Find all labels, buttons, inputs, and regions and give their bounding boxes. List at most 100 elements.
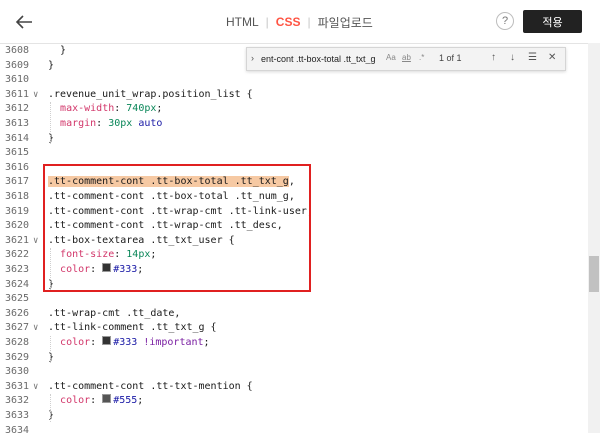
line-number: 3629 — [5, 351, 30, 363]
line-number: 3610 — [5, 74, 30, 86]
match-whole-word-toggle[interactable]: ab — [402, 53, 411, 62]
code-line[interactable]: 3616 — [0, 161, 588, 175]
code-text: .tt-comment-cont .tt-txt-mention { — [48, 380, 253, 392]
code-text: font-size: 14px; — [60, 249, 157, 261]
toggle-replace-chevron-icon[interactable]: › — [251, 53, 254, 63]
code-line[interactable]: 3612 max-width: 740px; — [0, 102, 588, 116]
tab-file-upload[interactable]: 파일업로드 — [318, 14, 373, 31]
code-line[interactable]: 3629} — [0, 351, 588, 365]
code-line[interactable]: 3611 ∨ .revenue_unit_wrap.position_list { — [0, 88, 588, 102]
line-number: 3633 — [5, 410, 30, 421]
code-text: .tt-wrap-cmt .tt_date, — [48, 307, 181, 319]
code-line[interactable]: 3614} — [0, 132, 588, 146]
line-number: 3608 — [5, 45, 30, 56]
match-case-toggle[interactable]: Aa — [386, 53, 396, 62]
line-number: 3616 — [5, 161, 30, 173]
code-line[interactable]: 3627 ∨ .tt-link-comment .tt_txt_g { — [0, 321, 588, 335]
indent-guide — [50, 102, 51, 145]
code-text: color: #333; — [60, 263, 144, 275]
line-number: 3618 — [5, 191, 30, 202]
code-line[interactable]: 3613 margin: 30px auto — [0, 117, 588, 131]
code-line[interactable]: 3631 ∨ .tt-comment-cont .tt-txt-mention { — [0, 380, 588, 394]
code-text: .tt-link-comment .tt_txt_g { — [48, 322, 217, 334]
next-match-arrow-icon[interactable]: ↓ — [510, 52, 515, 63]
back-arrow-icon[interactable] — [12, 11, 36, 33]
code-line[interactable]: 3618 .tt-comment-cont .tt-box-total .tt_n… — [0, 190, 588, 204]
line-number: 3621 — [5, 234, 30, 246]
line-number: 3615 — [5, 147, 30, 159]
line-number: 3630 — [5, 366, 30, 378]
code-line[interactable]: 3625 — [0, 292, 588, 306]
color-swatch-icon[interactable] — [102, 336, 112, 345]
code-text: .tt-comment-cont .tt-wrap-cmt .tt_desc, — [48, 220, 283, 232]
color-swatch-icon[interactable] — [102, 263, 112, 272]
editor-header: HTML | CSS | 파일업로드 ? 적용 — [0, 0, 600, 44]
tab-separator: | — [307, 15, 311, 29]
line-number: 3614 — [5, 132, 30, 144]
code-text: .tt-box-textarea .tt_txt_user { — [48, 234, 235, 246]
code-line[interactable]: 3624} — [0, 278, 588, 292]
find-widget: › Aa ab .* 1 of 1 ↑ ↓ ☰ ✕ — [246, 47, 566, 71]
code-line[interactable]: 3623 color: #333; — [0, 263, 588, 277]
line-number: 3634 — [5, 424, 30, 433]
code-line[interactable]: 3622 font-size: 14px; — [0, 248, 588, 262]
code-line[interactable]: 3619 .tt-comment-cont .tt-wrap-cmt .tt-li… — [0, 205, 588, 219]
code-text: margin: 30px auto — [60, 118, 163, 129]
code-line[interactable]: 3610 — [0, 73, 588, 87]
code-text: color: #555; — [60, 394, 144, 407]
color-swatch-icon[interactable] — [102, 394, 112, 404]
code-text: .revenue_unit_wrap.position_list { — [48, 88, 253, 100]
code-line[interactable]: 3634 — [0, 424, 588, 433]
code-line[interactable]: 3626 .tt-wrap-cmt .tt_date, — [0, 307, 588, 321]
match-count: 1 of 1 — [439, 53, 462, 63]
code-text: .tt-comment-cont .tt-wrap-cmt .tt-link-u… — [48, 205, 313, 217]
line-number: 3625 — [5, 293, 30, 305]
scrollbar-thumb[interactable] — [589, 256, 599, 292]
fold-chevron-icon[interactable]: ∨ — [33, 321, 38, 335]
code-line[interactable]: 3628 color: #333 !important; — [0, 336, 588, 350]
line-number: 3631 — [5, 380, 30, 392]
code-line[interactable]: 3615 — [0, 146, 588, 160]
line-number: 3627 — [5, 322, 30, 334]
code-editor[interactable]: 3608 } 3609} 3610 3611 ∨ .revenue_unit_wrap.p… — [0, 43, 588, 433]
code-text: .tt-comment-cont .tt-box-total .tt_txt_g… — [48, 176, 295, 188]
line-number: 3612 — [5, 103, 30, 115]
code-line[interactable]: 3617 .tt-comment-cont .tt-box-total .tt_t… — [0, 175, 588, 189]
code-line[interactable]: 3620 .tt-comment-cont .tt-wrap-cmt .tt_de… — [0, 219, 588, 233]
close-find-icon[interactable]: ✕ — [548, 52, 556, 63]
code-text: color: #333 !important; — [60, 336, 210, 348]
vertical-scrollbar[interactable] — [588, 43, 600, 433]
code-text: } — [48, 410, 55, 421]
indent-guide — [50, 336, 51, 364]
line-number: 3619 — [5, 205, 30, 217]
fold-chevron-icon[interactable]: ∨ — [33, 88, 38, 102]
code-text: } — [48, 45, 67, 56]
line-number: 3613 — [5, 118, 30, 129]
code-line[interactable]: 3630 — [0, 365, 588, 379]
use-regex-toggle[interactable]: .* — [419, 53, 424, 62]
line-number: 3609 — [5, 59, 30, 71]
code-text: } — [48, 351, 55, 363]
previous-match-arrow-icon[interactable]: ↑ — [491, 52, 496, 63]
code-line[interactable]: 3632 color: #555; — [0, 394, 588, 408]
tab-html[interactable]: HTML — [226, 15, 259, 29]
help-button[interactable]: ? — [496, 12, 514, 30]
fold-chevron-icon[interactable]: ∨ — [33, 380, 38, 394]
find-input[interactable] — [261, 51, 381, 67]
line-number: 3620 — [5, 220, 30, 232]
line-number: 3622 — [5, 249, 30, 261]
line-number: 3617 — [5, 176, 30, 188]
fold-chevron-icon[interactable]: ∨ — [33, 234, 38, 248]
code-text: .tt-comment-cont .tt-box-total .tt_num_g… — [48, 191, 295, 202]
tab-separator: | — [265, 15, 269, 29]
code-line[interactable]: 3621 ∨ .tt-box-textarea .tt_txt_user { — [0, 234, 588, 248]
apply-button[interactable]: 적용 — [523, 10, 582, 33]
find-in-selection-icon[interactable]: ☰ — [528, 52, 537, 63]
indent-guide — [50, 394, 51, 422]
code-text: } — [48, 278, 55, 290]
indent-guide — [50, 248, 51, 291]
line-number: 3611 — [5, 88, 30, 100]
code-line[interactable]: 3633} — [0, 409, 588, 423]
line-number: 3628 — [5, 337, 30, 348]
tab-css[interactable]: CSS — [276, 15, 301, 29]
